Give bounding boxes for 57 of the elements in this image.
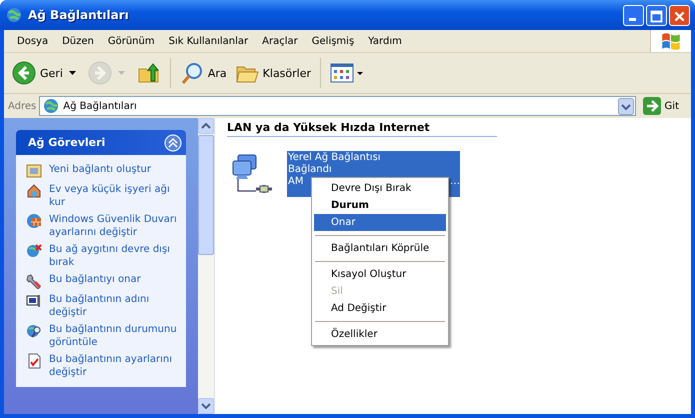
menu-item[interactable]: Yardım (361, 36, 409, 46)
context-menu-item[interactable]: Devre Dışı Bırak (314, 180, 446, 197)
task-link[interactable]: Bu bağlantıyı onar (49, 273, 141, 286)
scrollbar-thumb[interactable] (198, 135, 214, 255)
collapse-chevron-icon[interactable] (164, 134, 182, 152)
menu-item[interactable]: Gelişmiş (304, 36, 362, 46)
document-check-icon (26, 353, 42, 369)
search-button[interactable]: Ara (178, 59, 229, 87)
context-menu-item[interactable]: Ad Değiştir (314, 300, 446, 317)
wrench-icon (26, 273, 42, 289)
panel-title: Ağ Görevleri (28, 136, 106, 149)
address-field[interactable]: Ağ Bağlantıları (39, 96, 636, 116)
menu-item[interactable]: Düzen (55, 36, 101, 46)
dropdown-button-icon[interactable] (618, 98, 634, 114)
globe-magnifier-icon (26, 323, 42, 339)
context-menu-item[interactable]: Durum (314, 197, 446, 214)
context-menu-item[interactable]: Bağlantıları Köprüle (314, 240, 446, 257)
minimize-icon (629, 18, 636, 20)
monitor-icon (26, 293, 42, 309)
globe-icon (6, 7, 22, 23)
scroll-up-button[interactable] (198, 118, 214, 134)
dropdown-arrow-icon[interactable] (68, 71, 76, 75)
group-header: LAN ya da Yüksek Hızda Internet (227, 121, 497, 137)
brick-wall-globe-icon (26, 213, 42, 229)
context-menu-item[interactable]: Onar (314, 214, 446, 231)
folders-button[interactable]: Klasörler (232, 59, 314, 87)
search-icon (180, 61, 204, 85)
menu-item[interactable]: Görünüm (100, 36, 162, 46)
context-menu-item[interactable]: Özellikler (314, 326, 446, 343)
task-link[interactable]: Yeni bağlantı oluştur (49, 163, 151, 176)
task-link[interactable]: Ev veya küçük işyeri ağı kur (49, 183, 180, 209)
caret-down-icon (201, 403, 211, 409)
menu-item[interactable]: Araçlar (255, 36, 305, 46)
close-button[interactable] (669, 4, 690, 26)
right-arrow-icon (642, 97, 661, 115)
window-title: Ağ Bağlantıları (28, 8, 130, 22)
maximize-button[interactable] (646, 4, 667, 26)
globe-icon (43, 98, 60, 114)
task-link[interactable]: Windows Güvenlik Duvarı ayarlarını değiştir (49, 213, 180, 239)
context-menu-item[interactable]: Kısayol Oluştur (314, 266, 446, 283)
views-grid-icon (330, 61, 364, 85)
address-label: Adres (8, 100, 36, 112)
task-link[interactable]: Bu bağlantının ayarlarını değiştir (49, 353, 180, 379)
menu-item[interactable]: Sık Kullanılanlar (162, 36, 256, 46)
folder-up-arrow-icon (136, 61, 161, 85)
task-link[interactable]: Bu ağ aygıtını devre dışı bırak (49, 243, 180, 269)
back-button[interactable]: Geri (10, 59, 65, 87)
house-icon (26, 183, 42, 199)
menu-item[interactable]: Dosya (10, 36, 56, 46)
go-button[interactable]: Git (638, 97, 687, 115)
task-link[interactable]: Bu bağlantının adını değiştir (49, 293, 180, 319)
minimize-button[interactable] (623, 4, 644, 26)
caret-up-icon (201, 123, 211, 129)
folder-card-icon (26, 163, 42, 179)
globe-cross-icon (26, 243, 42, 259)
scroll-down-button[interactable] (198, 398, 214, 414)
task-link[interactable]: Bu bağlantının durumunu görüntüle (49, 323, 180, 349)
